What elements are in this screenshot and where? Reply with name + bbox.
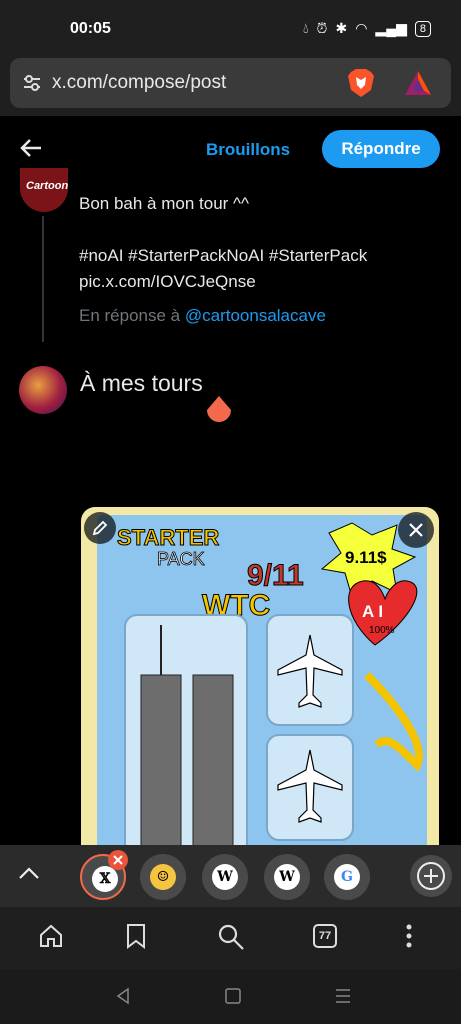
art-title-1: STARTER [117,525,219,550]
pencil-icon [92,520,108,536]
plus-icon [417,862,445,890]
brave-rewards-icon[interactable] [403,69,433,97]
remove-media-button[interactable] [398,512,434,548]
url-text[interactable]: x.com/compose/post [52,72,226,94]
original-author-avatar[interactable]: Cartoons [20,168,68,212]
address-bar[interactable]: x.com/compose/post [10,58,451,108]
google-icon: G [334,864,360,890]
back-arrow-icon[interactable] [20,138,42,158]
art-title-2: PACK [157,549,205,569]
battery-icon: 8 [414,20,431,37]
compose-header: Brouillons Répondre [0,116,461,180]
original-post-line [79,217,449,243]
brave-shields-icon[interactable] [347,68,375,98]
avatar-logo: Cartoons [26,180,68,192]
starter-pack-illustration: STARTER PACK 9/11 WTC 9.11$ A I 100% [117,522,423,847]
chevron-up-icon[interactable] [18,865,40,881]
smiley-icon: ☺ [150,864,176,890]
browser-toolbar: x.com/compose/post [0,56,461,116]
replying-to-label: En réponse à [79,306,185,325]
tab-smiley[interactable]: ☺ [140,854,186,900]
signal-icon: ▂▄▆ [375,20,407,36]
close-tab-button[interactable] [108,850,128,870]
original-post-text: Bon bah à mon tour ^^ #noAI #StarterPack… [79,191,449,295]
tab-count-button[interactable]: 77 [313,924,337,948]
bluetooth-icon: ✱ [335,20,348,36]
art-price: 9.11$ [345,548,387,567]
new-tab-button[interactable] [410,855,452,897]
status-time: 00:05 [70,20,111,37]
art-heart-text: A I [362,602,383,621]
tab-wikipedia-2[interactable]: W [264,854,310,900]
edit-media-button[interactable] [84,512,116,544]
more-menu-icon[interactable] [404,923,414,949]
alarm-icon: ⏰︎ [316,20,328,36]
reply-button[interactable]: Répondre [322,130,440,168]
wikipedia-icon: W [274,864,300,890]
wikipedia-icon: W [212,864,238,890]
status-icons: 💧︎ ⏰︎ ✱ ◠ ▂▄▆ 8 [303,20,431,37]
tab-wikipedia-1[interactable]: W [202,854,248,900]
home-icon[interactable] [38,923,64,949]
wifi-icon: ◠ [355,20,368,36]
bookmark-icon[interactable] [125,923,147,949]
status-bar: 00:05 💧︎ ⏰︎ ✱ ◠ ▂▄▆ 8 [0,0,461,56]
original-post-line: #noAI #StarterPackNoAI #StarterPack [79,246,368,265]
drafts-button[interactable]: Brouillons [206,140,290,160]
text-cursor-handle-icon[interactable] [204,396,234,430]
replying-to: En réponse à @cartoonsalacave [79,306,326,326]
original-post-line: pic.x.com/IOVCJeQnse [79,272,256,291]
tab-strip: 𝕏 ☺ W W G [0,845,461,907]
starter-pack-image: STARTER PACK 9/11 WTC 9.11$ A I 100% [97,515,427,847]
attached-image[interactable]: STARTER PACK 9/11 WTC 9.11$ A I 100% [81,507,439,847]
user-avatar[interactable] [19,366,67,414]
system-nav-bar [0,969,461,1024]
browser-bottom-nav: 77 [0,907,461,969]
original-post-line: Bon bah à mon tour ^^ [79,194,249,213]
compose-text-input[interactable]: À mes tours [80,370,203,397]
drop-icon: 💧︎ [302,20,309,36]
tab-google[interactable]: G [324,854,370,900]
art-date: 9/11 [247,559,304,592]
thread-line [42,216,44,342]
close-icon [409,523,423,537]
system-home-icon[interactable] [224,987,242,1005]
system-back-icon[interactable] [114,987,132,1005]
system-recents-icon[interactable] [334,987,352,1005]
search-icon[interactable] [217,923,245,951]
art-heart-sub: 100% [369,625,395,636]
close-icon [113,855,123,865]
replying-to-handle[interactable]: @cartoonsalacave [185,306,326,325]
site-settings-icon[interactable] [22,73,42,93]
